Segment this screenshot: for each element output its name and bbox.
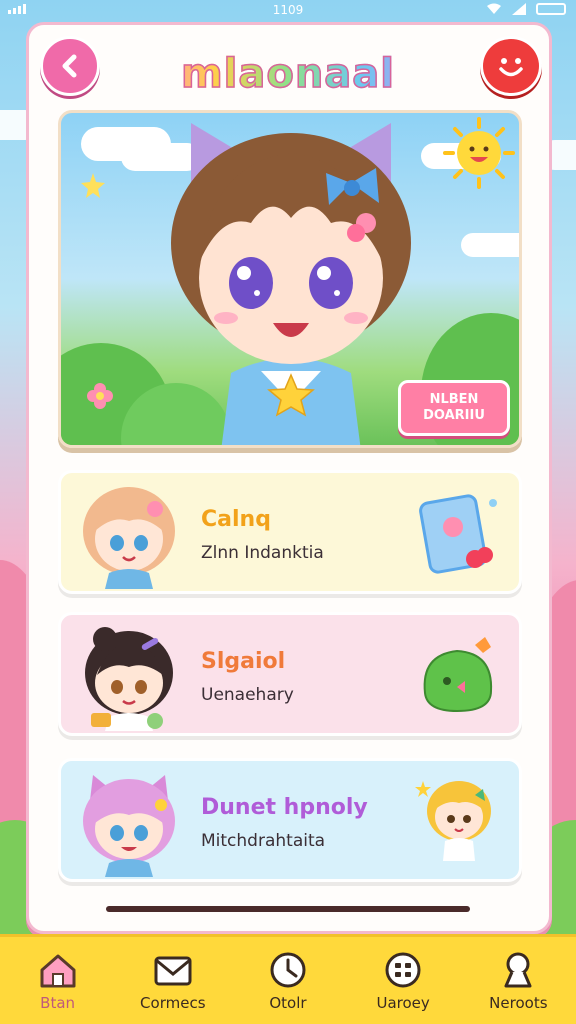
character-card-3[interactable]: Dunet hpnoly Mitchdrahtaita [58, 758, 522, 882]
hero-badge-button[interactable]: NLBEN DOARIIU [398, 380, 510, 436]
chevron-left-icon [62, 54, 77, 78]
photo-card-icon [419, 494, 497, 574]
tab-home[interactable]: Btan [8, 950, 108, 1012]
scroll-indicator[interactable] [106, 906, 470, 912]
tab-messages[interactable]: Cormecs [123, 950, 223, 1012]
star-decoration [81, 173, 105, 198]
character-card-2[interactable]: Slgaiol Uenaehary [58, 612, 522, 736]
sun-icon [443, 117, 515, 189]
signal-icon [8, 4, 26, 14]
character-desc-1: Zlnn Indanktia [201, 543, 324, 563]
back-button[interactable] [40, 36, 100, 96]
tab-clock[interactable]: Otolr [238, 950, 338, 1012]
character-name-2: Slgaiol [201, 649, 286, 674]
character-name-1: Calnq [201, 507, 271, 532]
character-card-1[interactable]: Calnq Zlnn Indanktia [58, 470, 522, 594]
grid-icon [385, 952, 421, 987]
tab-profile-label: Neroots [489, 993, 548, 1012]
status-bar: 1109 [0, 0, 576, 20]
character-name-3: Dunet hpnoly [201, 795, 368, 820]
hero-badge-line1: NLBEN [429, 392, 479, 408]
person-icon [504, 952, 532, 987]
mail-icon [154, 956, 192, 985]
mascot-button[interactable] [480, 36, 542, 96]
character-portrait-3 [83, 775, 175, 877]
battery-icon [536, 3, 566, 15]
main-character-illustration [171, 123, 411, 445]
tab-menu[interactable]: Uaroey [353, 950, 453, 1012]
house-icon [40, 954, 76, 987]
smiley-icon [499, 58, 523, 77]
cellular-icon [512, 3, 526, 15]
companion-character-icon [415, 781, 491, 861]
hero-badge-line2: DOARIIU [423, 408, 485, 423]
tab-profile[interactable]: Neroots [468, 950, 568, 1012]
character-desc-2: Uenaehary [201, 685, 294, 705]
character-desc-3: Mitchdrahtaita [201, 831, 326, 851]
character-portrait-1 [83, 487, 175, 589]
tab-clock-label: Otolr [269, 993, 307, 1012]
slime-pet-icon [423, 637, 493, 713]
app-title: mlaonaal [140, 44, 436, 104]
character-portrait-2 [85, 627, 173, 731]
flower-decoration [87, 383, 113, 409]
clock-icon [270, 952, 306, 987]
tab-messages-label: Cormecs [140, 993, 206, 1012]
bottom-tab-bar: Btan Cormecs Otolr Uaroey Neroots [0, 934, 576, 1024]
wifi-icon [487, 3, 501, 14]
tab-home-label: Btan [40, 993, 76, 1012]
tab-menu-label: Uaroey [376, 993, 430, 1012]
status-time: 1109 [272, 3, 304, 17]
